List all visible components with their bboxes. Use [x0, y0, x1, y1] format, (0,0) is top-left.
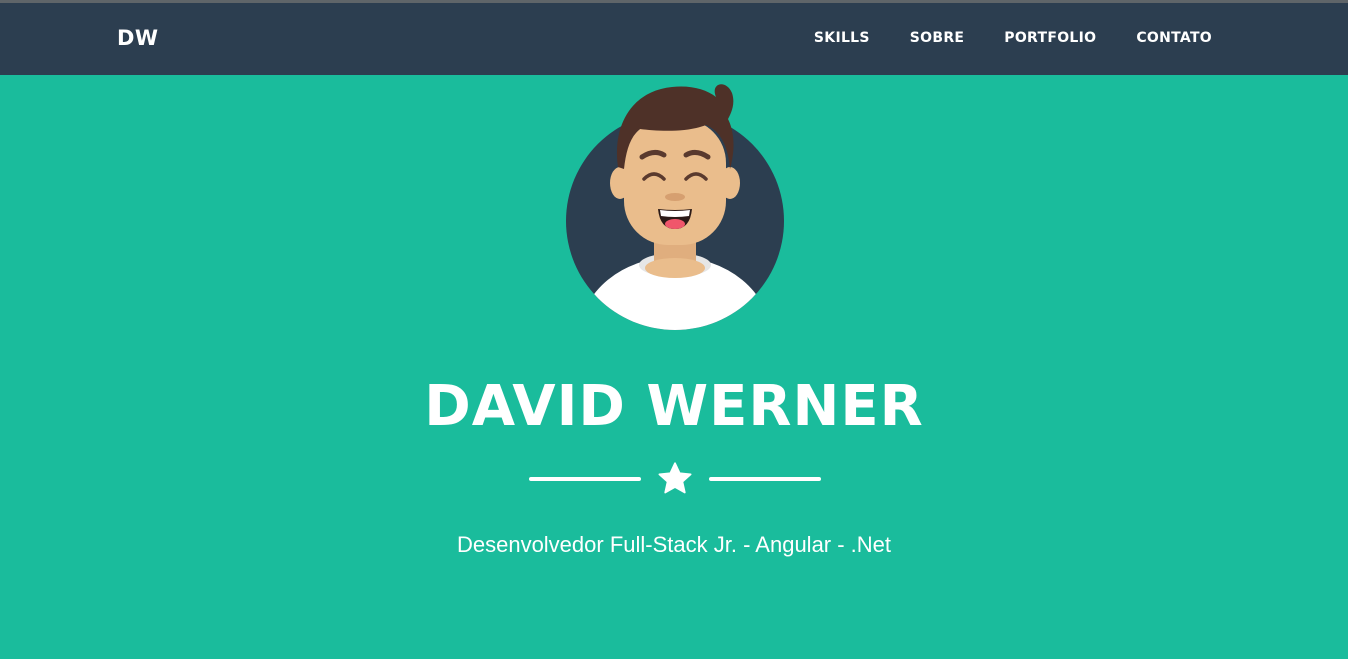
brand-logo[interactable]: DW	[117, 26, 159, 50]
divider-line-right	[709, 477, 821, 481]
divider-line-left	[529, 477, 641, 481]
person-avatar-icon	[566, 84, 784, 330]
nav-link-sobre[interactable]: SOBRE	[910, 30, 965, 46]
navbar: DW SKILLS SOBRE PORTFOLIO CONTATO	[0, 3, 1348, 75]
hero-tagline: Desenvolvedor Full-Stack Jr. - Angular -…	[456, 532, 892, 557]
nav-link-contato[interactable]: CONTATO	[1136, 30, 1212, 46]
nav-link-skills[interactable]: SKILLS	[814, 30, 870, 46]
star-icon	[658, 462, 692, 494]
hero-section: DAVID WERNER Desenvolvedor Full-Stack Jr…	[0, 75, 1348, 659]
hero-name: DAVID WERNER	[424, 374, 924, 439]
nav-link-portfolio[interactable]: PORTFOLIO	[1004, 30, 1096, 46]
nav-links: SKILLS SOBRE PORTFOLIO CONTATO	[774, 30, 1212, 46]
hero-divider	[528, 461, 822, 497]
